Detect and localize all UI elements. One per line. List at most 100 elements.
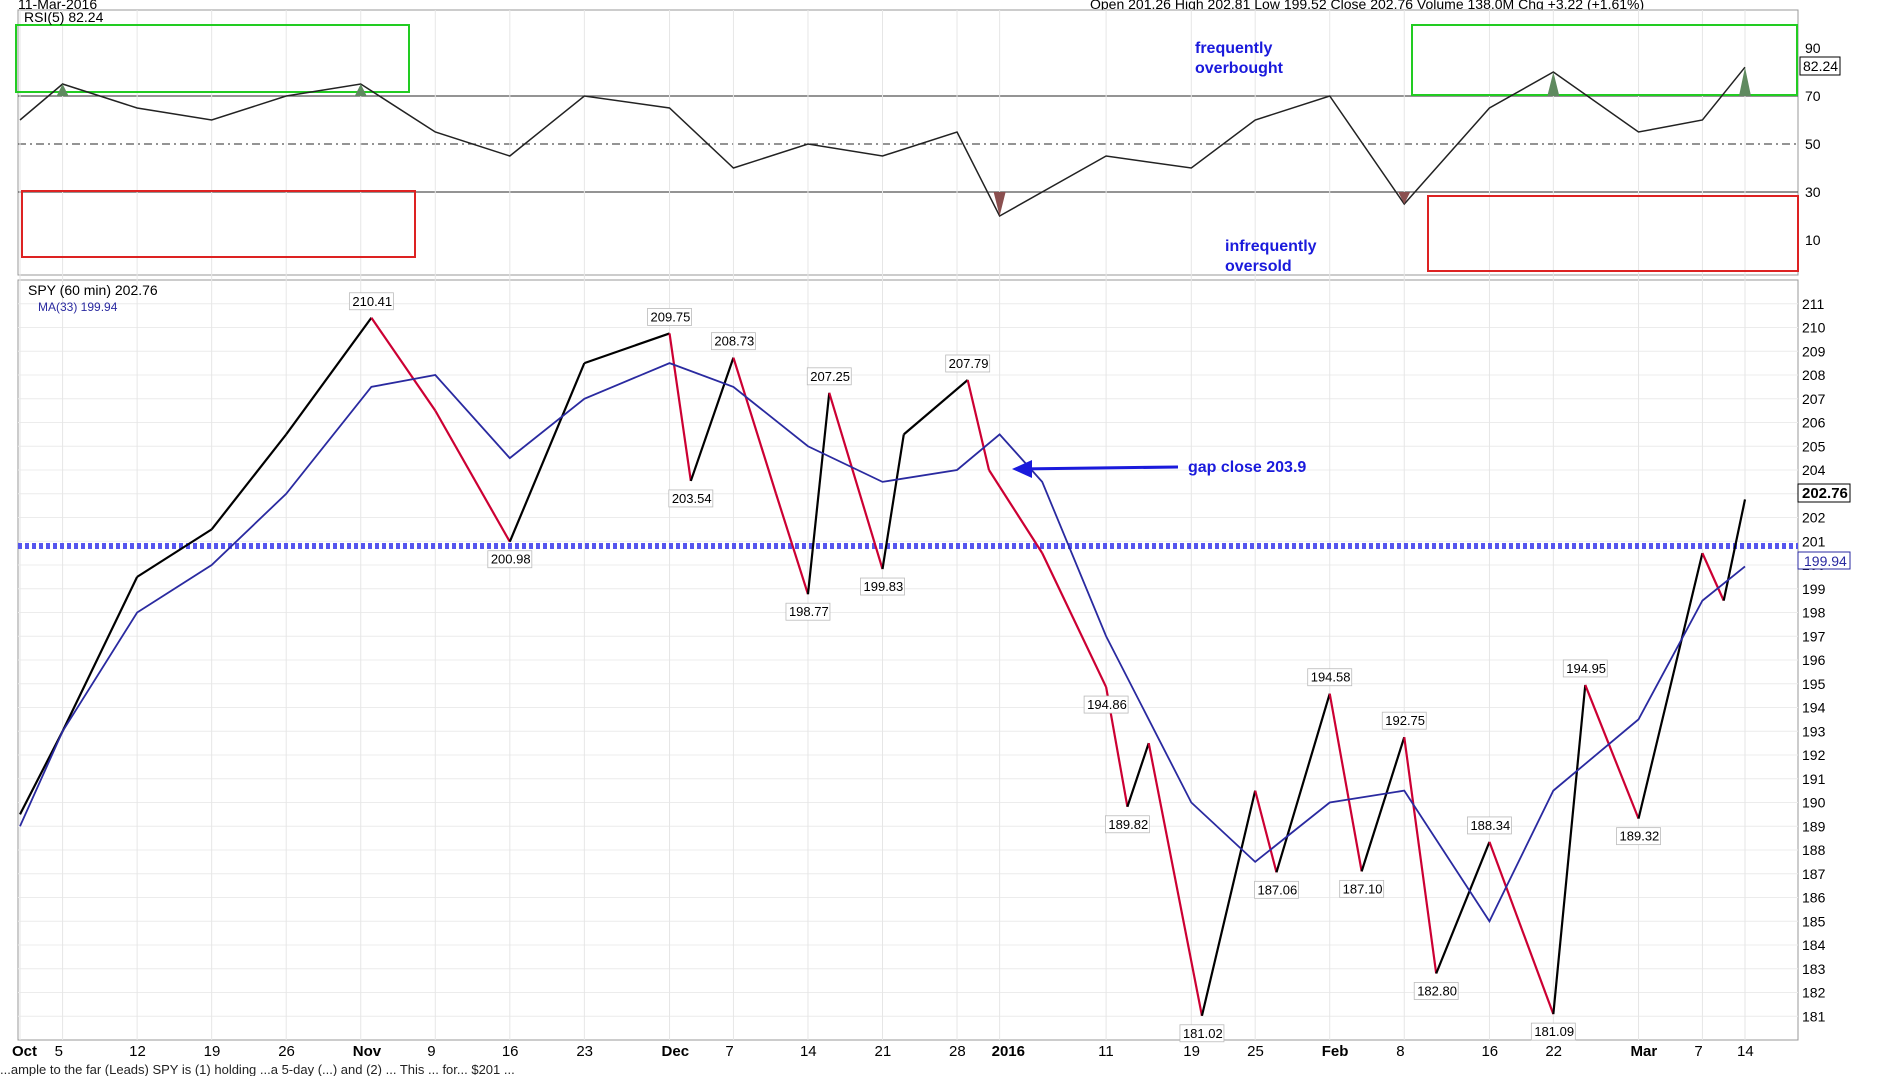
price-tick-197: 197 [1802, 628, 1826, 644]
price-label-208.73: 208.73 [711, 332, 756, 351]
price-tick-183: 183 [1802, 961, 1826, 977]
x-tick-16: 16 [502, 1043, 519, 1060]
annotation-oversold-line1: infrequently [1225, 238, 1317, 255]
ma-last-value: 199.94 [1804, 553, 1847, 569]
price-label-text: 182.80 [1417, 984, 1457, 999]
y-axis-ticks: 181 182 183 184 185 186 187 188 189 190 191 192 193 1… [1802, 296, 1826, 1025]
x-tick-Dec: Dec [662, 1043, 690, 1060]
price-label-209.75: 209.75 [647, 308, 692, 326]
price-tick-182: 182 [1802, 985, 1826, 1001]
price-label-194.95: 194.95 [1562, 659, 1608, 678]
price-label-text: 194.95 [1566, 661, 1606, 676]
price-label-192.75: 192.75 [1381, 711, 1427, 730]
price-label-text: 210.41 [352, 294, 392, 309]
price-label-200.98: 200.98 [487, 550, 533, 569]
x-tick-11: 11 [1098, 1043, 1114, 1060]
price-tick-208: 208 [1802, 367, 1826, 383]
price-label-text: 194.86 [1087, 697, 1127, 712]
annotation-overbought-line2: overbought [1195, 60, 1284, 77]
x-tick-21: 21 [875, 1043, 892, 1060]
price-label-text: 187.06 [1257, 882, 1297, 897]
price-label-text: 188.34 [1470, 818, 1510, 833]
price-label-187.06: 187.06 [1254, 880, 1299, 899]
caption-text: ...ample to the far (Leads) SPY is (1) h… [0, 1062, 515, 1076]
rsi-tick-90: 90 [1805, 40, 1821, 56]
spy-legend: SPY (60 min) 202.76 [28, 282, 158, 298]
price-label-181.02: 181.02 [1179, 1024, 1225, 1043]
rsi-tick-70: 70 [1805, 88, 1821, 104]
price-label-189.82: 189.82 [1105, 815, 1150, 834]
price-label-text: 207.79 [949, 356, 989, 371]
x-tick-14: 14 [1737, 1043, 1754, 1060]
price-label-text: 207.25 [810, 369, 850, 384]
price-label-text: 198.77 [789, 604, 829, 619]
price-label-text: 200.98 [491, 552, 531, 567]
price-tick-191: 191 [1802, 771, 1826, 787]
x-tick-7: 7 [725, 1043, 733, 1060]
price-label-187.10: 187.10 [1339, 879, 1385, 898]
gap-close-arrow-line [1017, 465, 1179, 471]
price-label-199.83: 199.83 [860, 577, 905, 596]
x-tick-7: 7 [1694, 1043, 1702, 1060]
price-tick-181: 181 [1802, 1008, 1826, 1024]
x-tick-25: 25 [1247, 1043, 1264, 1060]
price-label-182.80: 182.80 [1413, 982, 1459, 1000]
price-tick-190: 190 [1802, 795, 1826, 811]
x-tick-23: 23 [576, 1043, 593, 1060]
rsi-tick-10: 10 [1805, 232, 1821, 248]
price-tick-205: 205 [1802, 438, 1826, 454]
x-tick-9: 9 [427, 1043, 435, 1060]
price-label-text: 181.09 [1534, 1024, 1574, 1039]
price-tick-184: 184 [1802, 937, 1826, 953]
annotation-overbought-line1: frequently [1195, 40, 1272, 57]
rsi-last-value: 82.24 [1803, 58, 1838, 74]
price-tick-193: 193 [1802, 723, 1826, 739]
price-tick-196: 196 [1802, 652, 1826, 668]
price-label-207.25: 207.25 [806, 367, 852, 386]
price-label-194.86: 194.86 [1083, 695, 1129, 714]
rsi-tick-30: 30 [1805, 184, 1821, 200]
x-tick-22: 22 [1545, 1043, 1562, 1060]
price-label-text: 199.83 [864, 579, 904, 594]
annotation-gap-close: gap close 203.9 [1188, 459, 1306, 476]
price-label-text: 194.58 [1311, 670, 1351, 685]
price-label-188.34: 188.34 [1467, 816, 1512, 835]
price-label-210.41: 210.41 [348, 292, 394, 311]
x-tick-Feb: Feb [1322, 1043, 1349, 1060]
price-tick-210: 210 [1802, 320, 1826, 336]
price-tick-199: 199 [1802, 581, 1826, 597]
price-tick-206: 206 [1802, 415, 1826, 431]
price-tick-192: 192 [1802, 747, 1826, 763]
ma-legend: MA(33) 199.94 [38, 300, 118, 314]
x-tick-14: 14 [800, 1043, 817, 1060]
stock-chart: 10 30 50 70 90 210.41 209.75 208.73 207.25 207.7… [12, 9, 1851, 1060]
x-tick-12: 12 [129, 1043, 146, 1060]
price-tick-198: 198 [1802, 605, 1826, 621]
price-label-text: 189.32 [1620, 829, 1660, 844]
price-label-189.32: 189.32 [1616, 827, 1661, 846]
x-tick-5: 5 [55, 1043, 63, 1060]
price-label-text: 203.54 [672, 491, 712, 506]
price-label-text: 181.02 [1183, 1026, 1223, 1041]
price-tick-211: 211 [1802, 296, 1825, 312]
price-last-value: 202.76 [1802, 485, 1848, 502]
x-tick-Nov: Nov [353, 1043, 382, 1060]
x-tick-2016: 2016 [992, 1043, 1025, 1060]
x-tick-Oct: Oct [12, 1043, 37, 1060]
price-label-text: 192.75 [1385, 713, 1425, 728]
annotation-oversold-line2: oversold [1225, 258, 1292, 275]
x-axis-ticks: Oct 5 12 19 26 Nov 9 16 23 Dec 7 14 21 28 2016 11 19 25 Fe… [12, 1043, 1754, 1060]
price-tick-204: 204 [1802, 462, 1826, 478]
price-label-text: 189.82 [1108, 817, 1148, 832]
x-tick-16: 16 [1481, 1043, 1498, 1060]
rsi-legend: RSI(5) 82.24 [24, 9, 104, 25]
x-tick-8: 8 [1396, 1043, 1404, 1060]
x-tick-19: 19 [204, 1043, 221, 1060]
price-label-198.77: 198.77 [785, 602, 831, 621]
x-tick-28: 28 [949, 1043, 966, 1060]
price-label-181.09: 181.09 [1530, 1022, 1576, 1041]
price-tick-207: 207 [1802, 391, 1826, 407]
price-tick-185: 185 [1802, 913, 1826, 929]
price-tick-201: 201 [1802, 533, 1826, 549]
price-tick-188: 188 [1802, 842, 1826, 858]
